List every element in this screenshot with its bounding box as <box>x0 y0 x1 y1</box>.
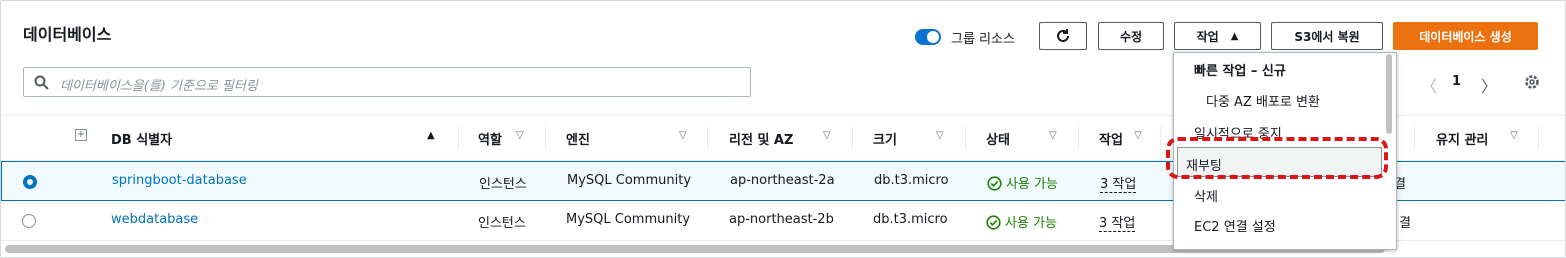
menu-scrollbar[interactable] <box>1386 54 1392 134</box>
create-database-button[interactable]: 데이터베이스 생성 <box>1393 22 1538 50</box>
actions-button[interactable]: 작업 ▲ <box>1174 22 1261 50</box>
column-divider <box>965 126 966 150</box>
column-size[interactable]: 크기 <box>873 129 897 148</box>
caret-up-icon: ▲ <box>1230 30 1239 42</box>
sort-icon[interactable]: ▽ <box>516 130 524 141</box>
column-divider <box>1160 126 1161 150</box>
actions-count[interactable]: 3 작업 <box>1099 216 1136 232</box>
previous-page-icon[interactable]: 〈 <box>1421 73 1437 97</box>
search-icon <box>34 75 49 90</box>
check-circle-icon <box>986 215 1001 230</box>
column-maintenance[interactable]: 유지 관리 <box>1436 129 1488 148</box>
maintenance-cell: 결 <box>1399 216 1411 231</box>
role-cell: 인스턴스 <box>479 177 527 192</box>
db-identifier-link[interactable]: springboot-database <box>112 173 247 188</box>
menu-item-ec2-connection[interactable]: EC2 연결 설정 <box>1174 209 1384 239</box>
check-circle-icon <box>987 176 1002 191</box>
column-divider <box>1078 126 1079 150</box>
search-input[interactable]: 데이터베이스을(를) 기준으로 필터링 <box>23 67 751 97</box>
sort-asc-icon[interactable]: ▲ <box>427 130 435 141</box>
sort-icon[interactable]: ▽ <box>936 130 944 141</box>
actions-cell[interactable]: 3 작업 <box>1100 173 1137 193</box>
page-title: 데이터베이스 <box>23 25 112 44</box>
gear-icon[interactable] <box>1523 73 1541 91</box>
sort-icon[interactable]: ▽ <box>823 130 831 141</box>
sort-icon[interactable]: ▽ <box>1510 130 1518 141</box>
highlight-annotation <box>1166 137 1388 179</box>
column-divider <box>1538 126 1539 150</box>
column-db-identifier[interactable]: DB 식별자 <box>111 129 172 148</box>
column-divider <box>1414 126 1415 150</box>
sort-icon[interactable]: ▽ <box>1049 130 1057 141</box>
next-page-icon[interactable]: 〉 <box>1481 73 1497 97</box>
region-cell: ap-northeast-2b <box>729 212 834 227</box>
column-status[interactable]: 상태 <box>986 129 1010 148</box>
column-divider <box>852 126 853 150</box>
status-text: 사용 가능 <box>1005 216 1057 231</box>
engine-cell: MySQL Community <box>566 212 691 227</box>
column-actions[interactable]: 작업 <box>1099 129 1123 148</box>
size-cell: db.t3.micro <box>873 212 948 227</box>
group-resources-label: 그룹 리소스 <box>951 32 1015 47</box>
status-cell: 사용 가능 <box>987 173 1058 192</box>
menu-group-header: 빠른 작업 – 신규 <box>1194 64 1286 79</box>
group-resources-toggle[interactable] <box>915 29 941 45</box>
engine-cell: MySQL Community <box>567 173 692 188</box>
column-engine[interactable]: 엔진 <box>566 129 590 148</box>
restore-from-s3-button[interactable]: S3에서 복원 <box>1271 22 1383 50</box>
menu-item-convert-multi-az[interactable]: 다중 AZ 배포로 변환 <box>1174 84 1384 114</box>
row-select-radio[interactable] <box>23 175 37 189</box>
column-role[interactable]: 역할 <box>478 129 502 148</box>
column-divider <box>545 126 546 150</box>
row-select-radio[interactable] <box>22 214 36 228</box>
current-page[interactable]: 1 <box>1452 74 1461 89</box>
refresh-button[interactable] <box>1039 22 1087 50</box>
actions-button-label: 작업 <box>1196 29 1219 44</box>
role-cell: 인스턴스 <box>478 216 526 231</box>
refresh-icon <box>1057 29 1069 42</box>
column-region-az[interactable]: 리전 및 AZ <box>729 129 793 148</box>
status-text: 사용 가능 <box>1006 177 1058 192</box>
sort-icon[interactable]: ▽ <box>1134 130 1142 141</box>
actions-cell[interactable]: 3 작업 <box>1099 212 1136 232</box>
expand-all-icon[interactable]: + <box>75 129 87 141</box>
db-identifier-link[interactable]: webdatabase <box>111 212 198 227</box>
region-cell: ap-northeast-2a <box>730 173 835 188</box>
column-divider <box>458 126 459 150</box>
size-cell: db.t3.micro <box>874 173 949 188</box>
modify-button[interactable]: 수정 <box>1098 22 1164 50</box>
column-divider <box>707 126 708 150</box>
status-cell: 사용 가능 <box>986 212 1057 231</box>
search-placeholder: 데이터베이스을(를) 기준으로 필터링 <box>60 79 258 94</box>
sort-icon[interactable]: ▽ <box>679 130 687 141</box>
actions-count[interactable]: 3 작업 <box>1100 177 1137 193</box>
menu-item-delete[interactable]: 삭제 <box>1174 179 1384 209</box>
